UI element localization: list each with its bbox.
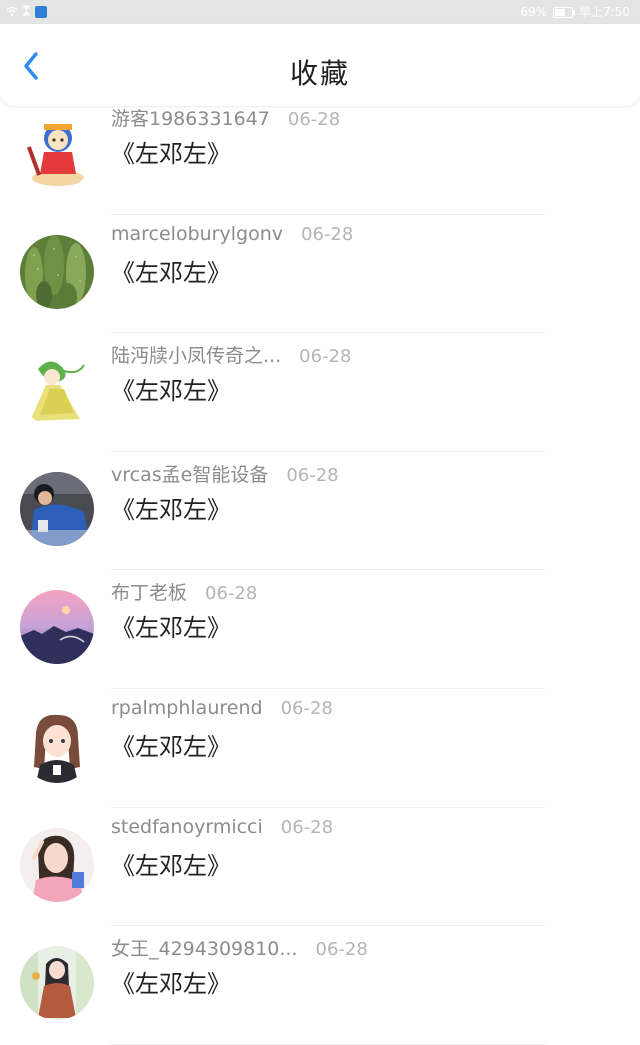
item-meta: 游客1986331647 06-28 [111, 104, 340, 131]
username: 布丁老板 [111, 582, 188, 605]
avatar [20, 946, 94, 1021]
avatar [20, 590, 94, 665]
date: 06-28 [315, 939, 368, 961]
battery-percent: 69% [520, 5, 548, 19]
date: 06-28 [286, 464, 339, 486]
wifi-icon [6, 4, 18, 20]
list-item[interactable]: stedfanoyrmicci 06-28 《左邓左》 [0, 808, 640, 927]
avatar [20, 234, 94, 309]
list-item[interactable]: vrcas孟e智能设备 06-28 《左邓左》 [0, 452, 640, 571]
favorite-title: 《左邓左》 [111, 495, 231, 524]
status-bar: 69% 早上7:50 [0, 0, 640, 24]
battery-icon [553, 6, 576, 18]
username: 女王_4294309810... [111, 938, 298, 961]
list-item[interactable]: marceloburylgonv 06-28 《左邓左》 [0, 215, 640, 334]
avatar [20, 708, 94, 783]
favorite-title: 《左邓左》 [111, 258, 231, 287]
page-title: 收藏 [289, 57, 350, 90]
status-time: 早上7:50 [579, 5, 630, 19]
favorite-title: 《左邓左》 [111, 732, 231, 761]
hourglass-icon [22, 4, 31, 20]
header: 收藏 [0, 24, 640, 106]
list-item[interactable]: 女王_4294309810... 06-28 《左邓左》 [0, 926, 640, 1045]
avatar [20, 116, 94, 190]
date: 06-28 [205, 583, 258, 605]
status-right: 69% 早上7:50 [520, 4, 630, 20]
date: 06-28 [280, 697, 333, 719]
username: stedfanoyrmicci [111, 815, 263, 838]
item-meta: 陆沔牍小凤传奇之... 06-28 [111, 341, 351, 368]
avatar [20, 353, 94, 428]
favorites-list: 游客1986331647 06-28 《左邓左》 marceloburylgon… [0, 96, 640, 1045]
date: 06-28 [287, 109, 341, 130]
favorite-title: 《左邓左》 [111, 851, 231, 880]
status-left [6, 4, 47, 20]
favorite-title: 《左邓左》 [111, 970, 231, 999]
item-meta: rpalmphlaurend 06-28 [111, 697, 333, 719]
username: vrcas孟e智能设备 [111, 463, 269, 486]
item-meta: stedfanoyrmicci 06-28 [111, 816, 333, 838]
date: 06-28 [301, 223, 354, 245]
item-meta: 布丁老板 06-28 [111, 578, 257, 605]
list-item[interactable]: 布丁老板 06-28 《左邓左》 [0, 570, 640, 689]
item-meta: marceloburylgonv 06-28 [111, 223, 353, 245]
list-item[interactable]: rpalmphlaurend 06-28 《左邓左》 [0, 689, 640, 808]
username: marceloburylgonv [111, 222, 283, 245]
username: rpalmphlaurend [111, 696, 263, 719]
favorite-title: 《左邓左》 [111, 614, 231, 643]
avatar [20, 827, 94, 902]
app-notification-icon [35, 6, 47, 18]
item-meta: 女王_4294309810... 06-28 [111, 934, 368, 961]
username: 游客1986331647 [111, 108, 270, 130]
item-meta: vrcas孟e智能设备 06-28 [111, 460, 339, 487]
avatar [20, 471, 94, 546]
list-item[interactable]: 陆沔牍小凤传奇之... 06-28 《左邓左》 [0, 333, 640, 452]
date: 06-28 [299, 346, 352, 368]
username: 陆沔牍小凤传奇之... [111, 345, 282, 368]
date: 06-28 [280, 816, 334, 838]
favorite-title: 《左邓左》 [111, 140, 231, 168]
list-item[interactable]: 游客1986331647 06-28 《左邓左》 [0, 96, 640, 215]
favorite-title: 《左邓左》 [111, 377, 231, 406]
